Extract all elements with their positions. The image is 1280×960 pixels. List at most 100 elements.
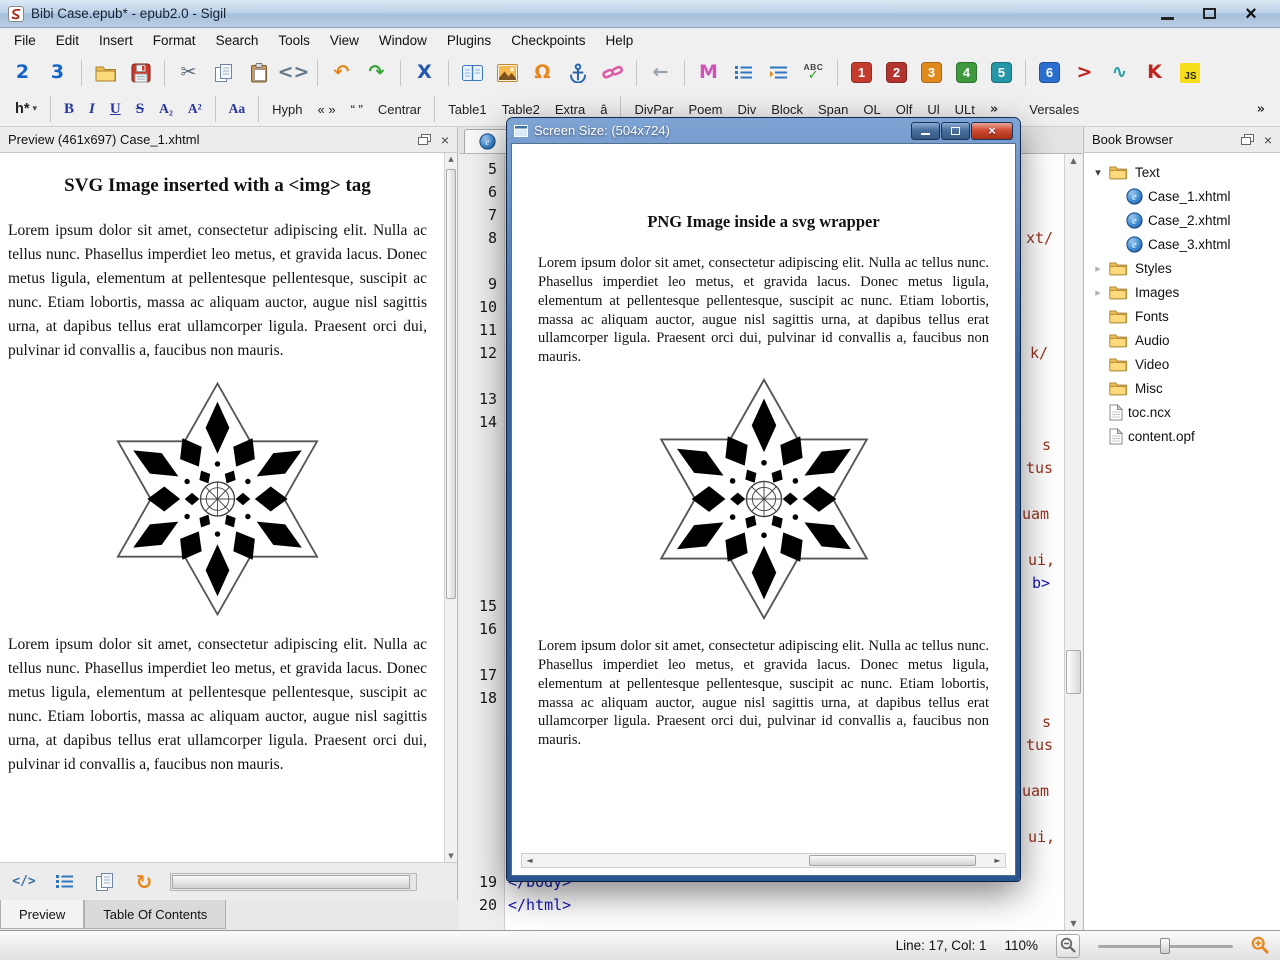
menu-view[interactable]: View	[320, 28, 369, 53]
inspect-code-button[interactable]: </>	[10, 868, 38, 896]
plugin-swirl-button[interactable]: ∿	[1103, 57, 1136, 88]
versales-button[interactable]: Versales	[1022, 96, 1086, 122]
plugin-3-button[interactable]: 3	[915, 57, 948, 88]
plugin-4-button[interactable]: 4	[950, 57, 983, 88]
preview-vertical-scrollbar[interactable]: ▲ ▼	[444, 153, 457, 862]
close-button[interactable]: ×	[1238, 4, 1264, 24]
zoom-slider[interactable]	[1098, 935, 1233, 957]
tree-item-video[interactable]: Video	[1084, 352, 1280, 376]
tree-item-styles[interactable]: ▸Styles	[1084, 256, 1280, 280]
menu-tools[interactable]: Tools	[268, 28, 320, 53]
special-characters-button[interactable]: Ω	[526, 57, 559, 88]
editor-vertical-scrollbar[interactable]: ▲ ▼	[1064, 154, 1082, 930]
zoom-out-button[interactable]	[1056, 934, 1080, 958]
refresh-preview-button[interactable]: ↻	[130, 868, 158, 896]
tab-preview[interactable]: Preview	[0, 900, 84, 929]
underline-button[interactable]: U	[103, 96, 128, 122]
tree-item-toc-ncx[interactable]: toc.ncx	[1084, 400, 1280, 424]
tree-item-audio[interactable]: Audio	[1084, 328, 1280, 352]
find-replace-button[interactable]: X	[408, 57, 441, 88]
scrollbar-thumb[interactable]	[172, 875, 410, 889]
split-view-button[interactable]	[456, 57, 489, 88]
tree-item-misc[interactable]: Misc	[1084, 376, 1280, 400]
scrollbar-thumb[interactable]	[446, 169, 456, 599]
hyph-button[interactable]: Hyph	[265, 96, 309, 122]
tree-item-case-1-xhtml[interactable]: eCase_1.xhtml	[1084, 184, 1280, 208]
tree-item-content-opf[interactable]: content.opf	[1084, 424, 1280, 448]
scroll-left-icon[interactable]: ◄	[522, 856, 537, 865]
titlebar[interactable]: Bibi Case.epub* - epub2.0 - Sigil ×	[0, 0, 1280, 28]
spellcheck-button[interactable]: ABC✓	[797, 57, 830, 88]
menu-edit[interactable]: Edit	[46, 28, 89, 53]
editor-tab-case-1[interactable]: e	[464, 129, 510, 153]
new-epub3-button[interactable]: 3	[41, 57, 74, 88]
metadata-editor-button[interactable]: M	[692, 57, 725, 88]
back-button[interactable]: ←	[644, 57, 677, 88]
zoom-in-button[interactable]	[1251, 936, 1270, 955]
close-panel-button[interactable]: ×	[441, 133, 449, 147]
plugin-6-button[interactable]: 6	[1033, 57, 1066, 88]
strikethrough-button[interactable]: S	[129, 96, 151, 122]
zoom-slider-thumb[interactable]	[1160, 938, 1170, 954]
scroll-down-icon[interactable]: ▼	[445, 852, 457, 860]
table1-button[interactable]: Table1	[441, 96, 493, 122]
menu-format[interactable]: Format	[143, 28, 206, 53]
plugin-k-button[interactable]: K	[1138, 57, 1171, 88]
menu-plugins[interactable]: Plugins	[437, 28, 501, 53]
italic-button[interactable]: I	[82, 96, 102, 122]
menu-insert[interactable]: Insert	[89, 28, 143, 53]
dialog-close-button[interactable]: ×	[971, 122, 1013, 140]
insert-image-button[interactable]	[491, 57, 524, 88]
minimize-button[interactable]	[1154, 4, 1180, 24]
expander-closed-icon[interactable]: ▸	[1092, 262, 1104, 275]
plugin-js-button[interactable]: JS	[1173, 57, 1206, 88]
plugin-5-button[interactable]: 5	[985, 57, 1018, 88]
plugin-1-button[interactable]: 1	[845, 57, 878, 88]
scroll-up-icon[interactable]: ▲	[445, 155, 457, 163]
open-button[interactable]	[89, 57, 122, 88]
plugin-send-button[interactable]: >	[1068, 57, 1101, 88]
change-case-button[interactable]: Aa	[222, 96, 253, 122]
curly-quotes-button[interactable]: “ ”	[344, 96, 370, 122]
insert-tag-button[interactable]: <>	[277, 57, 310, 88]
redo-button[interactable]: ↷	[360, 57, 393, 88]
insert-link-button[interactable]	[596, 57, 629, 88]
dialog-maximize-button[interactable]	[941, 122, 970, 140]
tree-item-case-2-xhtml[interactable]: eCase_2.xhtml	[1084, 208, 1280, 232]
scrollbar-thumb[interactable]	[1066, 650, 1081, 694]
cut-button[interactable]: ✂	[172, 57, 205, 88]
generate-toc-button[interactable]	[762, 57, 795, 88]
scroll-down-icon[interactable]: ▼	[1065, 919, 1082, 928]
expander-closed-icon[interactable]: ▸	[1092, 286, 1104, 299]
menu-search[interactable]: Search	[206, 28, 269, 53]
heading-style-button[interactable]: h*▾	[8, 96, 44, 122]
save-button[interactable]	[124, 57, 157, 88]
copy-selection-button[interactable]	[90, 868, 118, 896]
centrar-button[interactable]: Centrar	[371, 96, 428, 122]
menu-help[interactable]: Help	[595, 28, 643, 53]
tree-item-case-3-xhtml[interactable]: eCase_3.xhtml	[1084, 232, 1280, 256]
close-panel-button[interactable]: ×	[1264, 133, 1272, 147]
preview-horizontal-scrollbar[interactable]	[170, 873, 417, 891]
screen-size-dialog[interactable]: Screen Size: (504x724) × PNG Image insid…	[507, 118, 1020, 881]
toolbar-overflow-2-button[interactable]: »	[1250, 96, 1272, 122]
insert-anchor-button[interactable]	[561, 57, 594, 88]
tree-item-fonts[interactable]: Fonts	[1084, 304, 1280, 328]
expander-open-icon[interactable]: ▾	[1092, 166, 1104, 179]
tree-item-images[interactable]: ▸Images	[1084, 280, 1280, 304]
tree-item-text[interactable]: ▾Text	[1084, 160, 1280, 184]
float-panel-button[interactable]	[1241, 134, 1254, 145]
menu-window[interactable]: Window	[369, 28, 437, 53]
scrollbar-thumb[interactable]	[809, 855, 977, 866]
restore-button[interactable]	[1196, 4, 1222, 24]
plugin-2-button[interactable]: 2	[880, 57, 913, 88]
dialog-horizontal-scrollbar[interactable]: ◄ ►	[521, 853, 1006, 868]
select-element-button[interactable]	[50, 868, 78, 896]
scroll-up-icon[interactable]: ▲	[1065, 156, 1082, 165]
new-epub2-button[interactable]: 2	[6, 57, 39, 88]
copy-button[interactable]	[207, 57, 240, 88]
scroll-right-icon[interactable]: ►	[990, 856, 1005, 865]
menu-file[interactable]: File	[4, 28, 46, 53]
bold-button[interactable]: B	[57, 96, 81, 122]
subscript-button[interactable]: A₂	[152, 96, 180, 122]
